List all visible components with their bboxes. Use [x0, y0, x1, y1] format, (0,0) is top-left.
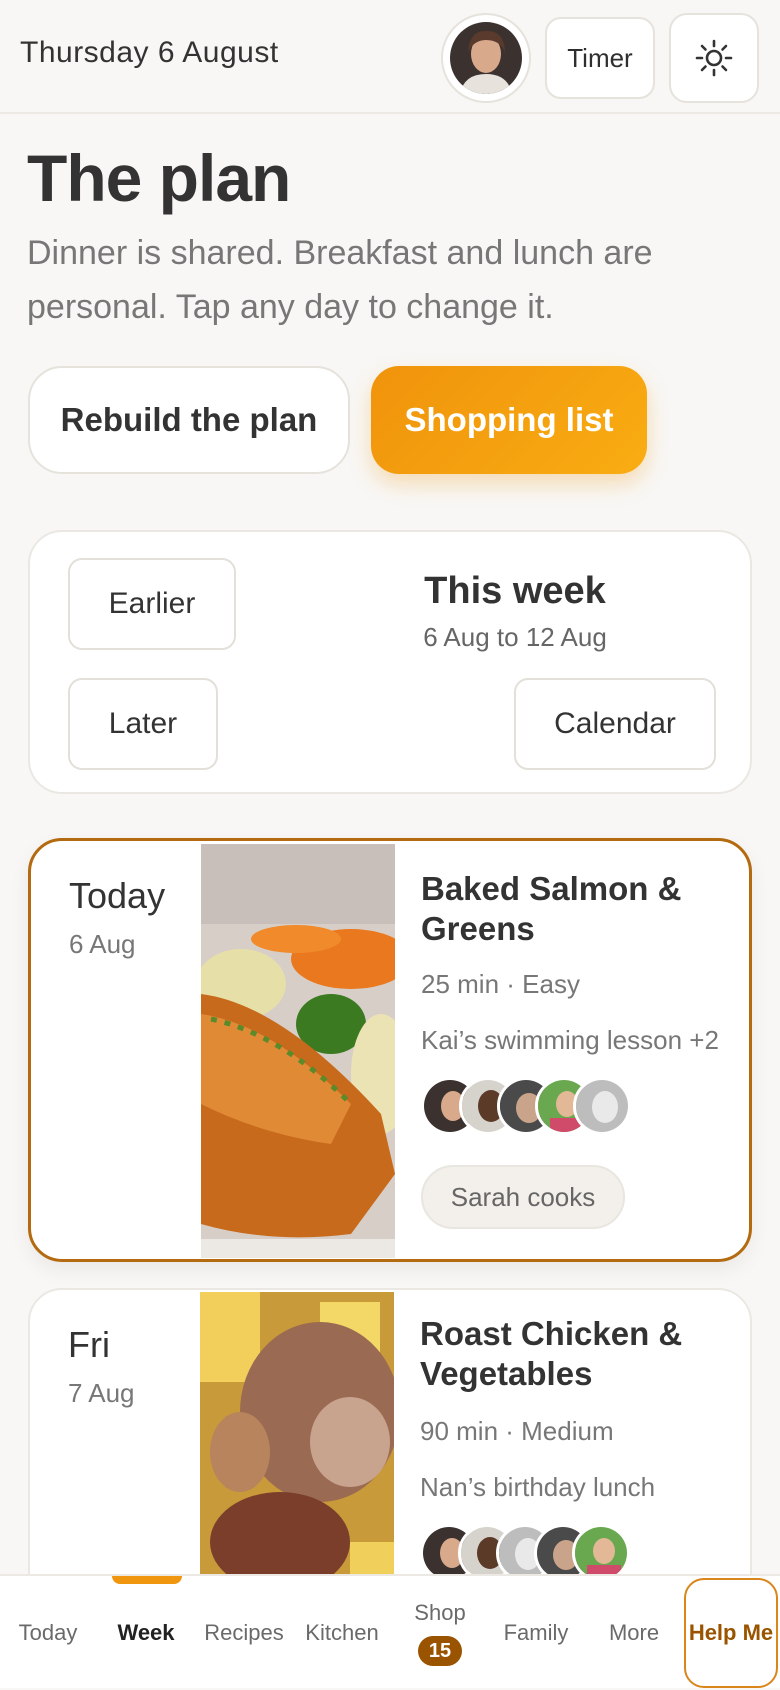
meal-title: Roast Chicken & Vegetables [420, 1315, 683, 1392]
nav-shop-label: Shop [414, 1600, 466, 1625]
nav-kitchen[interactable]: Kitchen [294, 1576, 390, 1690]
meal-meta: 90 min · Medium [420, 1416, 614, 1446]
nav-family[interactable]: Family [488, 1576, 584, 1690]
cook-badge: Sarah cooks [421, 1165, 625, 1229]
earlier-button[interactable]: Earlier [68, 558, 236, 650]
nav-recipes[interactable]: Recipes [196, 1576, 292, 1690]
top-bar: Thursday 6 August Timer [0, 0, 780, 114]
roast-chicken-photo [200, 1292, 400, 1616]
sun-icon [695, 39, 733, 77]
timer-button[interactable]: Timer [545, 17, 655, 99]
theme-toggle-button[interactable] [669, 13, 759, 103]
calendar-button[interactable]: Calendar [514, 678, 716, 770]
day-card-today[interactable]: Today 6 Aug Baked Salmon & Greens 25 min… [28, 838, 752, 1262]
week-navigator: Earlier This week 6 Aug to 12 Aug Later … [28, 530, 752, 794]
user-avatar [450, 22, 522, 94]
nav-today[interactable]: Today [0, 1576, 96, 1690]
week-title: This week [424, 570, 606, 612]
meal-title: Baked Salmon & Greens [421, 870, 682, 947]
family-avatars [421, 1077, 681, 1135]
day-date: 6 Aug [69, 929, 136, 959]
nav-more[interactable]: More [586, 1576, 682, 1690]
bottom-nav: Today Week Recipes Kitchen Shop 15 Famil… [0, 1574, 780, 1688]
avatar [573, 1077, 631, 1135]
week-range: 6 Aug to 12 Aug [423, 622, 607, 652]
rebuild-plan-button[interactable]: Rebuild the plan [28, 366, 350, 474]
shop-count-badge: 15 [418, 1636, 462, 1666]
meal-note: Nan’s birthday lunch [420, 1472, 656, 1502]
day-card-fri[interactable]: Fri 7 Aug Roast Chicken & Vegetables 90 … [28, 1288, 752, 1618]
page-title: The plan [27, 141, 291, 215]
day-name: Fri [68, 1324, 110, 1365]
nav-shop[interactable]: Shop 15 [392, 1576, 488, 1690]
page-subtitle: Dinner is shared. Breakfast and lunch ar… [27, 234, 653, 326]
profile-avatar-button[interactable] [441, 13, 531, 103]
shopping-list-button[interactable]: Shopping list [371, 366, 647, 474]
help-me-button[interactable]: Help Me [684, 1578, 778, 1688]
nav-week[interactable]: Week [98, 1576, 194, 1690]
salmon-photo [196, 844, 411, 1258]
meal-meta: 25 min · Easy [421, 969, 580, 999]
later-button[interactable]: Later [68, 678, 218, 770]
day-name: Today [69, 875, 166, 916]
meal-note: Kai’s swimming lesson +2 [421, 1025, 719, 1055]
day-date: 7 Aug [68, 1378, 135, 1408]
current-date: Thursday 6 August [20, 36, 279, 69]
